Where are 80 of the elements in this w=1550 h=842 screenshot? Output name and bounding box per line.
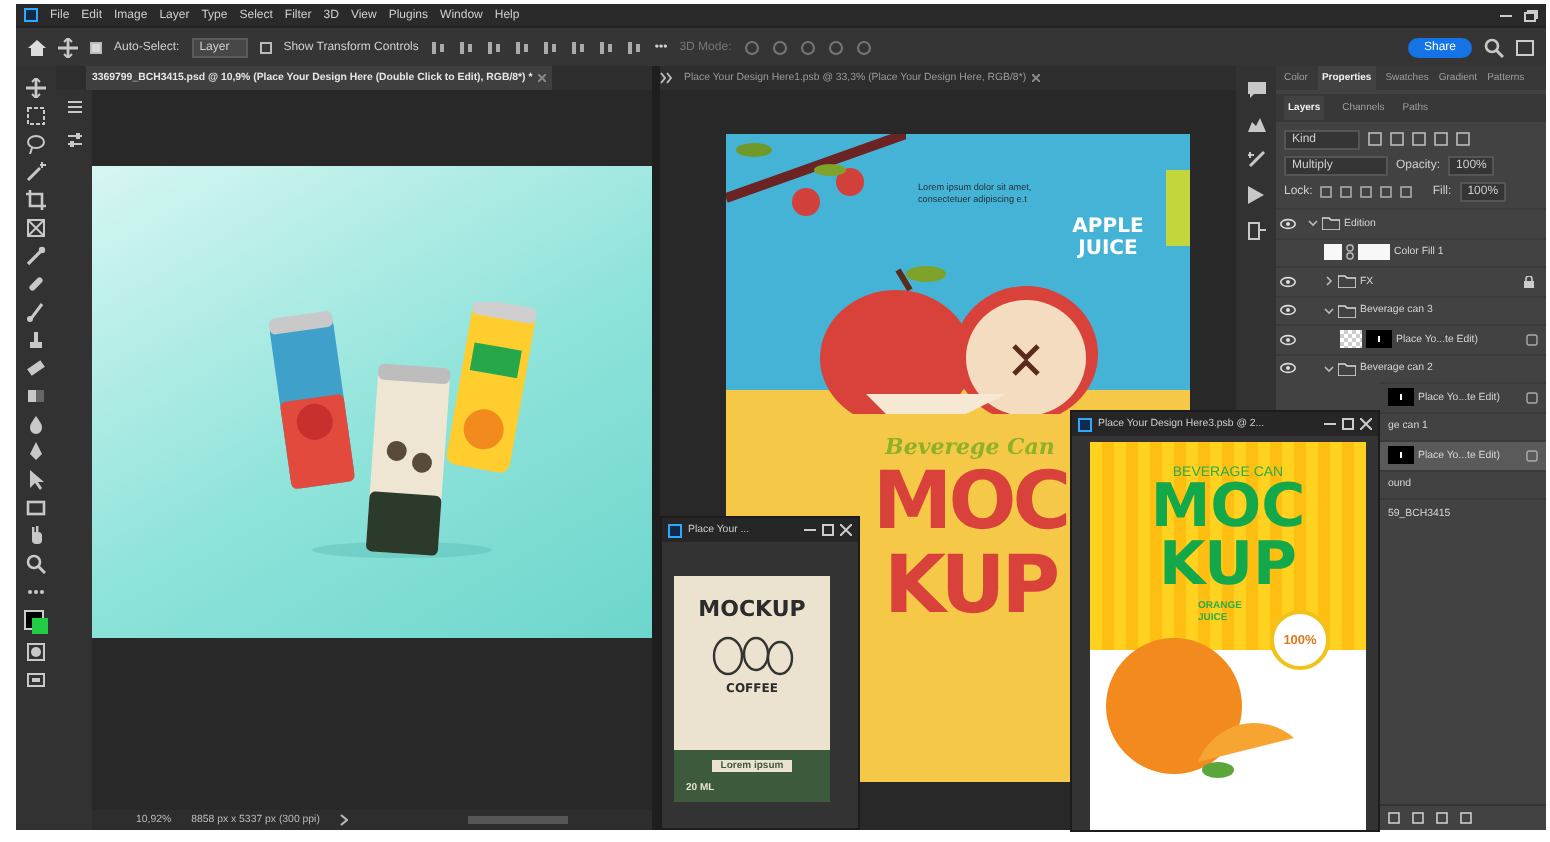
minimize-icon[interactable]	[804, 524, 816, 536]
scrollbar[interactable]	[467, 816, 568, 824]
align-icon[interactable]	[570, 39, 587, 55]
lasso-icon[interactable]	[26, 134, 46, 154]
caret-icon[interactable]	[1324, 276, 1334, 287]
gradient-icon[interactable]	[26, 386, 46, 406]
caret-icon[interactable]	[1324, 363, 1334, 374]
eye-icon[interactable]	[1280, 333, 1296, 346]
home-icon[interactable]	[28, 39, 46, 55]
mask-thumbnail	[1388, 446, 1414, 465]
mask-thumbnail	[1366, 330, 1392, 349]
pen-icon[interactable]	[26, 442, 46, 462]
hand-icon[interactable]	[26, 526, 46, 546]
smart-object-icon	[1526, 391, 1538, 404]
restore-icon[interactable]	[1524, 9, 1538, 21]
minimize-icon[interactable]	[1324, 418, 1336, 430]
close-icon[interactable]	[840, 524, 852, 536]
app-icon	[24, 8, 38, 22]
eye-icon[interactable]	[1280, 275, 1296, 288]
fill-thumbnail	[1324, 244, 1342, 261]
poster-headline: MOC	[870, 460, 1068, 544]
minimize-icon[interactable]	[1500, 9, 1512, 21]
poster-title: APPLE JUICE	[1070, 218, 1146, 260]
align-icon[interactable]	[514, 39, 531, 55]
eyedropper-icon[interactable]	[26, 246, 46, 266]
align-icon[interactable]	[430, 39, 447, 55]
play-icon[interactable]	[1248, 186, 1264, 204]
screen-mode-icon[interactable]	[26, 670, 46, 690]
caret-icon[interactable]	[1324, 305, 1334, 316]
app-icon	[668, 523, 682, 537]
color-swatch-icon[interactable]	[24, 610, 48, 634]
package-headline: MOCKUP	[698, 596, 806, 622]
checkbox[interactable]	[259, 41, 272, 53]
eraser-icon[interactable]	[26, 358, 46, 378]
chevron-icon[interactable]	[339, 814, 348, 826]
eye-icon[interactable]	[1280, 217, 1296, 230]
align-icon[interactable]	[598, 39, 615, 55]
poster-headline: MOC	[1150, 480, 1306, 537]
mask-thumbnail	[1358, 244, 1390, 261]
brush-settings-icon[interactable]	[1247, 150, 1265, 168]
poster-headline: KUP	[881, 544, 1057, 628]
history-icon[interactable]	[65, 98, 83, 116]
align-icon[interactable]	[486, 39, 503, 55]
smart-object-icon	[1526, 449, 1538, 462]
crop-icon[interactable]	[26, 190, 46, 210]
rectangle-icon[interactable]	[26, 498, 46, 518]
histogram-icon[interactable]	[1247, 116, 1265, 132]
poster-label	[1165, 170, 1191, 246]
pointer-icon[interactable]	[26, 470, 46, 490]
restore-icon[interactable]	[1342, 418, 1354, 430]
frame-icon[interactable]	[26, 218, 46, 238]
caret-icon[interactable]	[1308, 218, 1318, 229]
align-icon[interactable]	[542, 39, 559, 55]
layer-thumbnail	[1340, 330, 1362, 349]
stamp-icon[interactable]	[26, 330, 46, 350]
search-icon[interactable]	[1484, 37, 1504, 57]
align-icon[interactable]	[626, 39, 643, 55]
eye-icon[interactable]	[1280, 362, 1296, 375]
wand-icon[interactable]	[26, 162, 46, 182]
close-icon[interactable]	[1032, 74, 1041, 82]
coffee-beans-drawing	[708, 634, 796, 678]
poster-subtitle: Beverege Can	[882, 434, 1055, 460]
checkbox[interactable]	[90, 41, 102, 53]
marquee-icon[interactable]	[26, 106, 46, 126]
link-icon	[1346, 244, 1354, 261]
drop-icon[interactable]	[26, 414, 46, 434]
comment-icon[interactable]	[1247, 82, 1265, 98]
mask-icon[interactable]	[26, 642, 46, 662]
smart-object-icon	[1526, 333, 1538, 346]
close-icon[interactable]	[1360, 418, 1372, 430]
properties-icon[interactable]	[65, 132, 83, 150]
align-icon[interactable]	[458, 39, 475, 55]
chevron-icon[interactable]	[660, 72, 672, 84]
poster-headline: KUP	[1158, 537, 1298, 594]
restore-icon[interactable]	[822, 524, 834, 536]
eye-icon[interactable]	[1280, 304, 1296, 317]
workspace-icon[interactable]	[1516, 39, 1534, 55]
search-icon[interactable]	[26, 554, 46, 574]
app-icon	[1078, 417, 1092, 431]
mask-thumbnail	[1388, 388, 1414, 407]
